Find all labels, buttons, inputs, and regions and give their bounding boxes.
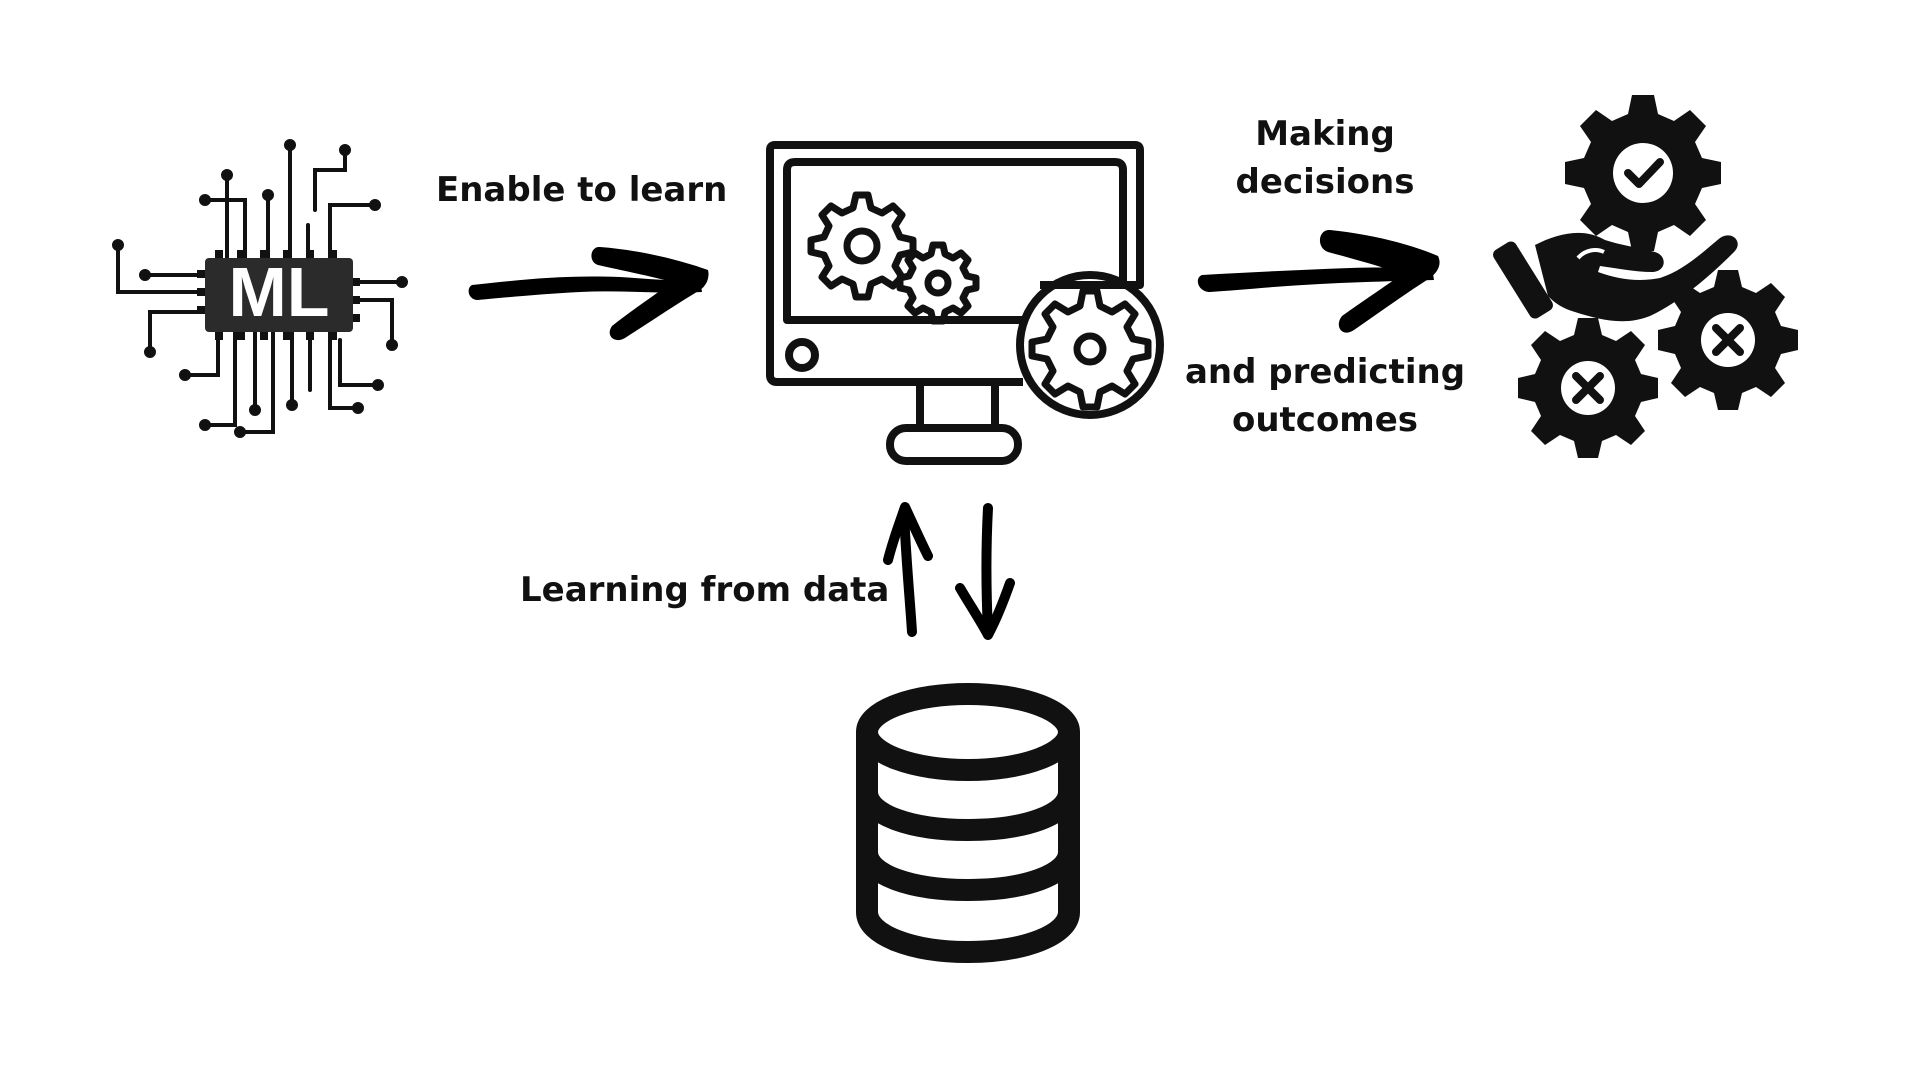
label-making-decisions: Making decisions — [1190, 110, 1460, 206]
database-icon — [856, 683, 1080, 964]
gear-icon — [807, 191, 1152, 411]
label-predicting-outcomes: and predicting outcomes — [1180, 348, 1470, 444]
arrow-decisions-icon — [1197, 229, 1440, 333]
label-learning-from-data: Learning from data — [520, 570, 890, 610]
arrows-updown-icon — [883, 502, 1015, 640]
label-making-line1: Making — [1255, 114, 1395, 154]
label-enable-to-learn: Enable to learn — [436, 170, 728, 210]
label-predicting-line2: outcomes — [1231, 400, 1419, 440]
label-predicting-line1: and predicting — [1184, 352, 1466, 392]
chip-text: ML — [228, 253, 329, 331]
hand-gears-icon — [1493, 95, 1798, 458]
arrow-enable-icon — [468, 246, 709, 341]
label-making-line2: decisions — [1235, 162, 1415, 202]
diagram-canvas: ML — [112, 95, 1798, 964]
ml-process-diagram: ML Enable to learn Making decisions and … — [0, 0, 1920, 1080]
